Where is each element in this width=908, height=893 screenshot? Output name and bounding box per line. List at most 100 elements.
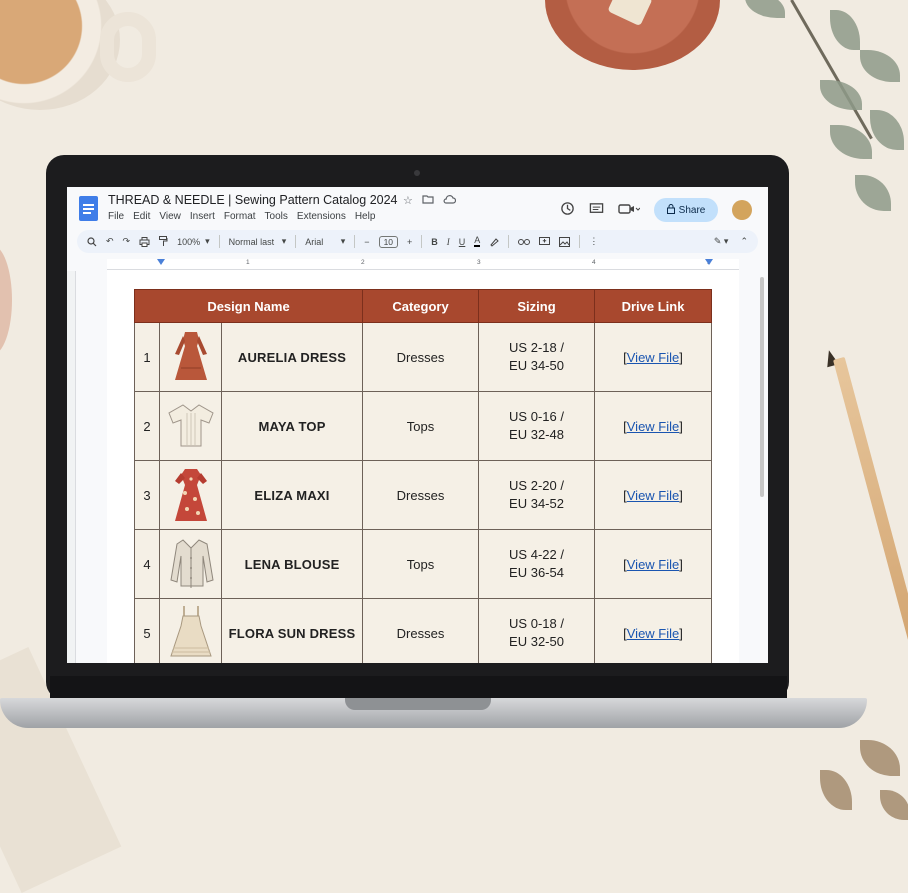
font-size-increase-button[interactable]: + [407,237,412,247]
sizing-us: US 0-18 / [509,616,564,631]
row-number: 2 [134,391,160,461]
font-size-decrease-button[interactable]: − [364,237,369,247]
collapse-icon[interactable]: ⌃ [740,236,748,247]
link-icon[interactable] [518,238,531,246]
design-name: AURELIA DRESS [220,322,364,392]
font-size-input[interactable]: 10 [378,235,399,248]
italic-button[interactable]: I [447,237,450,247]
undo-icon[interactable]: ↶ [106,236,114,247]
drive-link-cell: [View File] [594,460,713,530]
menu-extensions[interactable]: Extensions [297,211,346,222]
text-color-button[interactable]: A [474,236,481,247]
scrollbar[interactable] [760,277,764,497]
view-file-link[interactable]: View File [627,350,680,365]
paint-format-icon[interactable] [159,236,168,247]
sizing-cell: US 4-22 / EU 36-54 [478,529,596,599]
menu-file[interactable]: File [108,211,124,222]
pencil [833,356,908,679]
table-row: 4 LENA BLOUSE Tops US 4-22 / EU 36-54 [Vi… [134,529,713,599]
underline-button[interactable]: U [459,237,466,247]
share-button[interactable]: Share [654,198,718,222]
chevron-down-icon: ▾ [281,236,287,246]
highlight-icon[interactable] [489,237,500,247]
zoom-value: 100% [177,236,201,247]
category-cell: Tops [362,391,480,461]
drive-link-cell: [View File] [594,322,713,392]
menu-format[interactable]: Format [224,211,256,222]
docs-window: THREAD & NEEDLE | Sewing Pattern Catalog… [67,187,768,663]
avatar[interactable] [732,200,752,220]
header-drive-link: Drive Link [594,289,713,323]
laptop-camera [414,170,420,176]
header-actions: Share [560,198,752,222]
drive-link-cell: [View File] [594,529,713,599]
right-indent-marker[interactable] [705,259,713,265]
design-name: MAYA TOP [220,391,364,461]
chevron-down-icon: ▾ [205,236,210,246]
laptop-notch [345,698,491,710]
drive-link-cell: [View File] [594,598,713,663]
comment-add-icon[interactable] [539,236,551,247]
edit-mode-icon[interactable]: ✎ ▾ [714,236,729,247]
view-file-link[interactable]: View File [627,626,680,641]
sizing-us: US 2-20 / [509,478,564,493]
search-icon[interactable] [87,236,97,247]
print-icon[interactable] [139,236,150,247]
bold-button[interactable]: B [431,237,438,247]
laptop-bezel-bottom [50,676,787,698]
image-icon[interactable] [559,236,571,247]
pattern-thumbnail [159,460,222,530]
font-select[interactable]: Arial ▾ [305,236,345,247]
star-icon[interactable]: ☆ [403,194,413,207]
leaf [880,790,908,820]
design-name: FLORA SUN DRESS [220,598,364,663]
cloud-status-icon[interactable] [443,194,456,207]
view-file-link[interactable]: View File [627,488,680,503]
comments-icon[interactable] [589,202,604,219]
toolbar-divider [579,235,581,248]
zoom-select[interactable]: 100% ▾ [177,236,210,247]
row-number: 3 [134,460,160,530]
sizing-eu: EU 36-54 [509,565,564,580]
left-indent-marker[interactable] [157,259,165,265]
sizing-eu: EU 34-52 [509,496,564,511]
sizing-us: US 2-18 / [509,340,564,355]
table-header-row: Design Name Category Sizing Drive Link [133,289,713,323]
font-value: Arial [305,236,324,247]
leaf [830,10,860,50]
menu-bar: File Edit View Insert Format Tools Exten… [108,211,375,222]
view-file-link[interactable]: View File [627,419,680,434]
pattern-thumbnail [159,391,222,461]
style-select[interactable]: Normal last ▾ [229,236,287,247]
title-actions: ☆ [403,194,456,207]
category-cell: Tops [362,529,480,599]
toolbar-divider [218,235,220,248]
toolbar-divider [421,235,423,248]
chevron-down-icon: ▾ [340,236,346,246]
pattern-thumbnail [159,529,222,599]
meet-icon[interactable] [618,202,641,218]
sizing-eu: EU 34-50 [509,358,564,373]
view-file-link[interactable]: View File [627,557,680,572]
leaf [745,0,785,18]
menu-view[interactable]: View [159,211,181,222]
menu-help[interactable]: Help [355,211,376,222]
row-number: 4 [134,529,160,599]
document-title[interactable]: THREAD & NEEDLE | Sewing Pattern Catalog… [108,193,398,207]
sizing-eu: EU 32-50 [509,634,564,649]
more-icon[interactable]: ⋮ [589,236,598,247]
pattern-thumbnail [159,598,222,663]
vertical-ruler [67,271,76,663]
menu-tools[interactable]: Tools [265,211,288,222]
sizing-us: US 0-16 / [509,409,564,424]
ruler-mark: 2 [361,259,365,266]
history-icon[interactable] [560,201,575,219]
menu-insert[interactable]: Insert [190,211,215,222]
sizing-eu: EU 32-48 [509,427,564,442]
sizing-cell: US 0-16 / EU 32-48 [478,391,596,461]
leaf [860,50,900,82]
move-folder-icon[interactable] [422,194,434,207]
docs-icon[interactable] [79,196,98,221]
menu-edit[interactable]: Edit [133,211,150,222]
redo-icon[interactable]: ↷ [123,236,131,247]
